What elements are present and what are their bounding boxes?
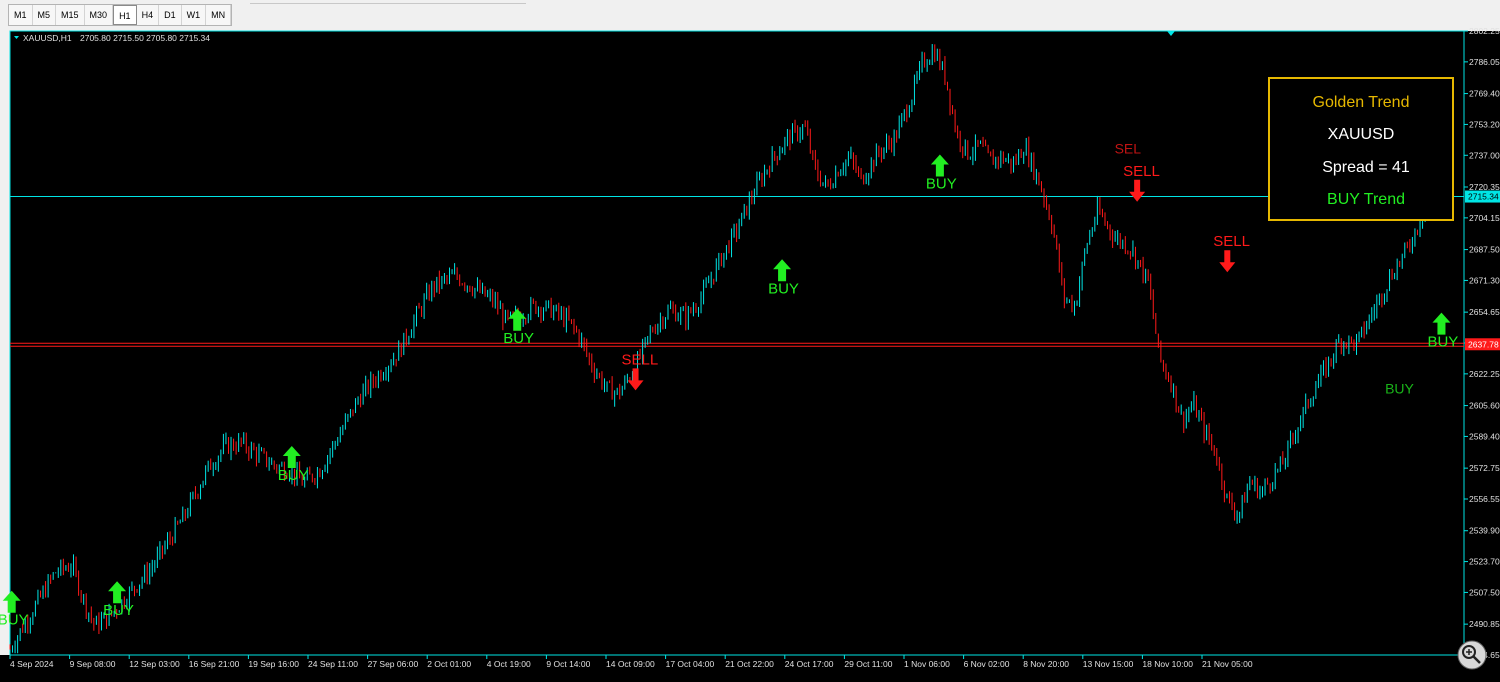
price-axis-label: 2687.50 <box>1469 245 1500 255</box>
price-axis-label: 2753.20 <box>1469 119 1500 129</box>
time-axis-label: 2 Oct 01:00 <box>427 659 471 669</box>
timeframe-button-m15[interactable]: M15 <box>56 5 85 25</box>
time-axis-label: 19 Sep 16:00 <box>248 659 299 669</box>
time-axis-label: 29 Oct 11:00 <box>844 659 892 669</box>
chart-window[interactable]: 2802.25 2786.05 2769.40 2753.20 2737.00 2720.… <box>0 28 1500 682</box>
panel-title: Golden Trend <box>1313 94 1410 111</box>
sell-signal-label: SELL <box>1213 233 1250 250</box>
timeframe-button-m1[interactable]: M1 <box>9 5 33 25</box>
price-axis-label: 2622.25 <box>1469 369 1500 379</box>
price-axis-label: 2737.00 <box>1469 150 1500 160</box>
timeframe-button-m30[interactable]: M30 <box>85 5 114 25</box>
price-axis-label: 2507.50 <box>1469 587 1500 597</box>
buy-signal-label: BUY <box>0 612 29 629</box>
time-axis-label: 4 Sep 2024 <box>10 659 54 669</box>
buy-signal-label: BUY <box>503 330 534 347</box>
price-axis-label: 2786.05 <box>1469 57 1500 67</box>
timeframe-button-h1[interactable]: H1 <box>113 5 137 25</box>
time-axis-label: 18 Nov 10:00 <box>1142 659 1193 669</box>
time-axis-label: 24 Sep 11:00 <box>308 659 358 669</box>
timeframe-toolbar: M1 M5 M15 M30 H1 H4 D1 W1 MN <box>0 0 1500 29</box>
timeframe-button-mn[interactable]: MN <box>206 5 232 25</box>
buy-signal-label: BUY <box>278 467 309 484</box>
price-axis-label: 2523.70 <box>1469 557 1500 567</box>
buy-signal-label: BUY <box>926 176 957 193</box>
price-axis-label: 2671.30 <box>1469 275 1500 285</box>
price-axis-label: 2572.75 <box>1469 463 1500 473</box>
price-axis-label: 2720.35 <box>1469 182 1500 192</box>
price-axis-label: 2802.25 <box>1469 28 1500 36</box>
ohlc-readout: 2705.80 2715.50 2705.80 2715.34 <box>80 33 210 43</box>
timeframe-button-w1[interactable]: W1 <box>182 5 207 25</box>
red-price-tag-label: 2637.78 <box>1468 339 1499 349</box>
time-axis-label: 9 Sep 08:00 <box>70 659 116 669</box>
timeframe-button-d1[interactable]: D1 <box>159 5 182 25</box>
time-axis-label: 21 Oct 22:00 <box>725 659 774 669</box>
price-axis-label: 2490.85 <box>1469 619 1500 629</box>
time-axis-label: 27 Sep 06:00 <box>368 659 419 669</box>
timeframe-button-h4[interactable]: H4 <box>137 5 160 25</box>
time-axis-label: 1 Nov 06:00 <box>904 659 950 669</box>
timeframe-button-group: M1 M5 M15 M30 H1 H4 D1 W1 MN <box>8 4 233 26</box>
time-axis-label: 14 Oct 09:00 <box>606 659 655 669</box>
time-axis-label: 8 Nov 20:00 <box>1023 659 1069 669</box>
time-axis-label: 16 Sep 21:00 <box>189 659 240 669</box>
time-axis-label: 13 Nov 15:00 <box>1083 659 1134 669</box>
price-axis-label: 2769.40 <box>1469 89 1500 99</box>
toolbar-divider <box>250 0 526 4</box>
time-axis-label: 4 Oct 19:00 <box>487 659 531 669</box>
faint-signal-label: BUY <box>1385 380 1414 396</box>
price-axis-label: 2704.15 <box>1469 213 1500 223</box>
panel-trend: BUY Trend <box>1327 191 1405 208</box>
price-axis-label: 2556.55 <box>1469 494 1500 504</box>
time-axis-label: 24 Oct 17:00 <box>785 659 834 669</box>
time-axis-label: 6 Nov 02:00 <box>964 659 1010 669</box>
faint-signal-label: SEL <box>1115 140 1142 156</box>
price-axis-label: 2589.40 <box>1469 431 1500 441</box>
buy-signal-label: BUY <box>1427 334 1458 351</box>
price-axis-label: 2654.65 <box>1469 307 1500 317</box>
zoom-icon[interactable] <box>1457 640 1487 670</box>
price-chart[interactable]: 2802.25 2786.05 2769.40 2753.20 2737.00 2720.… <box>0 28 1500 682</box>
panel-symbol: XAUUSD <box>1328 126 1395 143</box>
sell-signal-label: SELL <box>1123 163 1160 180</box>
bid-price-tag-label: 2715.34 <box>1468 192 1499 202</box>
time-axis-label: 17 Oct 04:00 <box>666 659 715 669</box>
time-axis-label: 12 Sep 03:00 <box>129 659 180 669</box>
price-axis-label: 2605.60 <box>1469 401 1500 411</box>
sell-signal-label: SELL <box>622 351 659 368</box>
time-axis-label: 9 Oct 14:00 <box>546 659 590 669</box>
panel-spread: Spread = 41 <box>1322 159 1410 176</box>
buy-signal-label: BUY <box>103 602 134 619</box>
time-axis-label: 21 Nov 05:00 <box>1202 659 1253 669</box>
timeframe-button-m5[interactable]: M5 <box>33 5 57 25</box>
symbol-label: XAUUSD,H1 <box>23 33 72 43</box>
buy-signal-label: BUY <box>768 280 799 297</box>
price-axis-label: 2539.90 <box>1469 526 1500 536</box>
